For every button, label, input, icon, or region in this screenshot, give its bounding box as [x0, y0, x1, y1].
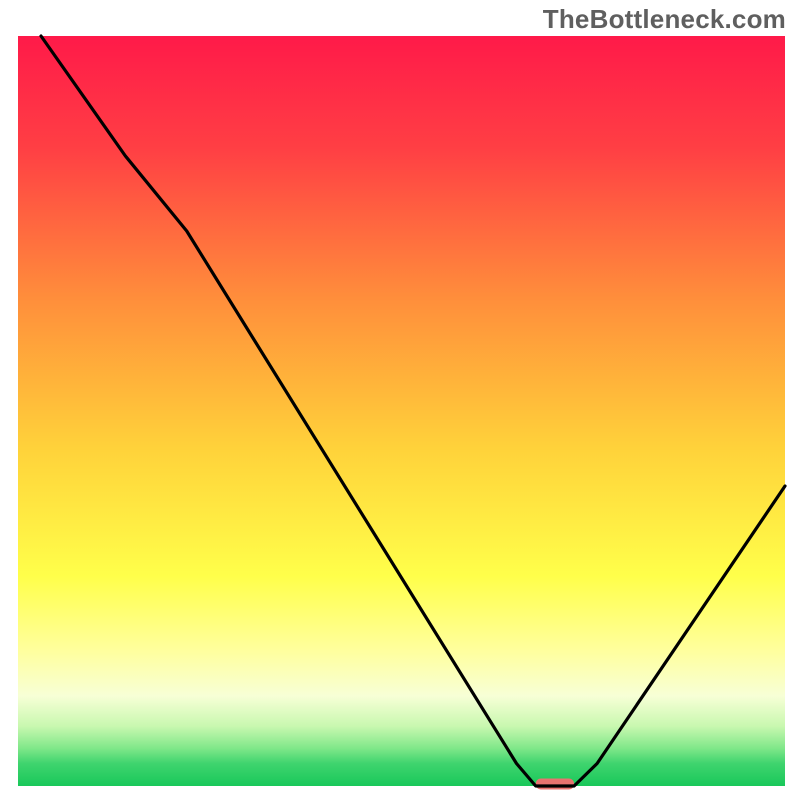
chart-container: TheBottleneck.com [0, 0, 800, 800]
plot-background [18, 36, 785, 786]
bottleneck-chart [0, 0, 800, 800]
optimum-marker [536, 779, 574, 790]
